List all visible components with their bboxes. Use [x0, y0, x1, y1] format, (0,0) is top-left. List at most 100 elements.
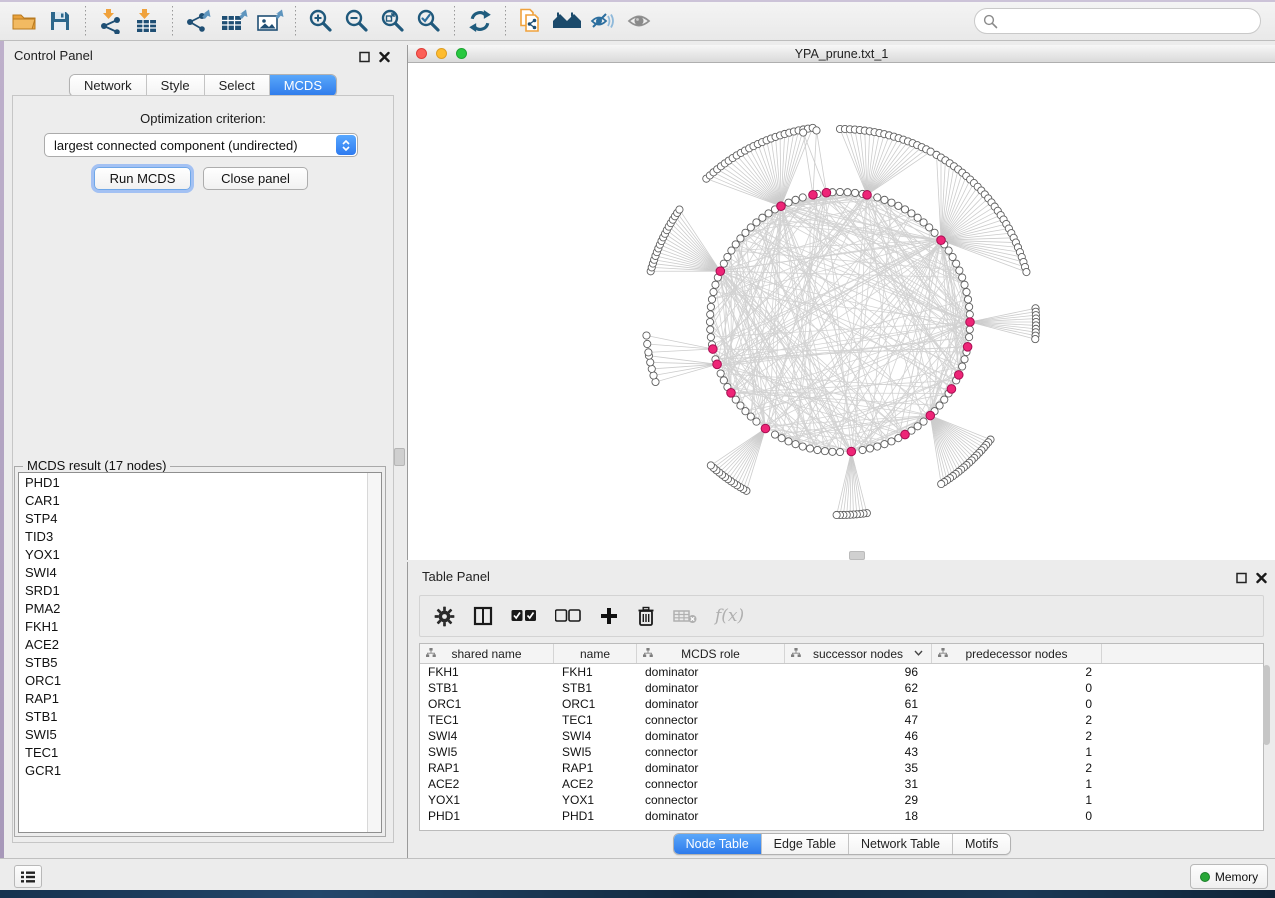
task-history-button[interactable]	[14, 865, 42, 888]
mcds-result-node[interactable]: PHD1	[19, 473, 381, 491]
tab-motifs[interactable]: Motifs	[952, 834, 1010, 854]
fit-content-button[interactable]	[375, 4, 411, 38]
copy-network-button[interactable]	[513, 4, 549, 38]
mcds-result-node[interactable]: RAP1	[19, 689, 381, 707]
delete-row-icon[interactable]	[637, 606, 655, 626]
tab-node-table[interactable]: Node Table	[674, 834, 761, 854]
save-session-button[interactable]	[42, 4, 78, 38]
table-row[interactable]: TEC1TEC1connector472	[420, 712, 1263, 728]
add-row-icon[interactable]	[599, 606, 619, 626]
table-row[interactable]: FKH1FKH1dominator962	[420, 664, 1263, 680]
cell: ORC1	[554, 697, 637, 711]
toolbar-separator	[454, 6, 455, 36]
float-window-icon[interactable]	[359, 51, 370, 63]
column-header-name[interactable]: name	[554, 644, 637, 663]
table-row[interactable]: ACE2ACE2connector311	[420, 776, 1263, 792]
mcds-result-node[interactable]: STB1	[19, 707, 381, 725]
memory-button[interactable]: Memory	[1190, 864, 1268, 889]
show-columns-icon[interactable]	[473, 606, 493, 626]
column-header-successor-nodes[interactable]: successor nodes	[785, 644, 932, 663]
mcds-result-node[interactable]: YOX1	[19, 545, 381, 563]
show-all-icon	[625, 10, 653, 32]
task-list-icon	[20, 870, 36, 884]
column-header-shared-name[interactable]: shared name	[420, 644, 554, 663]
table-row[interactable]: STB1STB1dominator620	[420, 680, 1263, 696]
export-image-button[interactable]	[252, 4, 288, 38]
table-scrollbar[interactable]	[1262, 662, 1271, 828]
network-graph-canvas[interactable]	[408, 63, 1274, 559]
table-row[interactable]: YOX1YOX1connector291	[420, 792, 1263, 808]
cell: STB1	[420, 681, 554, 695]
tab-style[interactable]: Style	[146, 75, 204, 96]
column-header-predecessor-nodes[interactable]: predecessor nodes	[932, 644, 1102, 663]
horizontal-splitter-handle[interactable]	[849, 551, 865, 560]
search-input[interactable]	[1003, 13, 1260, 30]
close-panel-button[interactable]: Close panel	[203, 167, 308, 190]
close-panel-icon[interactable]	[1256, 572, 1267, 584]
float-window-icon[interactable]	[1236, 572, 1247, 584]
export-network-button[interactable]	[180, 4, 216, 38]
mcds-result-node[interactable]: SWI4	[19, 563, 381, 581]
search-box[interactable]	[974, 8, 1261, 34]
close-panel-icon[interactable]	[379, 51, 390, 63]
gear-icon[interactable]	[434, 606, 455, 627]
cell: 1	[932, 793, 1102, 807]
first-neighbors-button[interactable]	[549, 4, 585, 38]
mcds-list-scrollbar[interactable]	[367, 473, 381, 832]
zoom-out-button[interactable]	[339, 4, 375, 38]
cell: 2	[932, 665, 1102, 679]
select-all-icon[interactable]	[511, 609, 537, 623]
table-row[interactable]: SWI5SWI5connector431	[420, 744, 1263, 760]
mcds-result-node[interactable]: TID3	[19, 527, 381, 545]
optimization-criterion-select[interactable]: largest connected component (undirected)	[44, 133, 358, 157]
mcds-result-title: MCDS result (17 nodes)	[23, 458, 170, 473]
refresh-button[interactable]	[462, 4, 498, 38]
cell: SWI4	[554, 729, 637, 743]
mcds-result-node[interactable]: CAR1	[19, 491, 381, 509]
vertical-splitter-handle[interactable]	[394, 448, 405, 466]
column-header-mcds-role[interactable]: MCDS role	[637, 644, 785, 663]
mcds-result-node[interactable]: FKH1	[19, 617, 381, 635]
mcds-result-node[interactable]: ORC1	[19, 671, 381, 689]
tab-network[interactable]: Network	[70, 75, 146, 96]
table-row[interactable]: RAP1RAP1dominator352	[420, 760, 1263, 776]
mcds-result-node[interactable]: STB5	[19, 653, 381, 671]
hide-selected-button[interactable]	[585, 4, 621, 38]
control-panel: Control Panel NetworkStyleSelectMCDS Opt…	[4, 41, 402, 858]
show-all-button[interactable]	[621, 4, 657, 38]
zoom-in-button[interactable]	[303, 4, 339, 38]
network-window-titlebar[interactable]: YPA_prune.txt_1	[408, 45, 1275, 63]
export-table-button[interactable]	[216, 4, 252, 38]
mcds-result-node[interactable]: SRD1	[19, 581, 381, 599]
open-folder-icon	[11, 9, 37, 33]
run-mcds-button[interactable]: Run MCDS	[94, 167, 191, 190]
mcds-result-node[interactable]: GCR1	[19, 761, 381, 779]
mcds-result-node[interactable]: TEC1	[19, 743, 381, 761]
cell: ACE2	[420, 777, 554, 791]
tab-network-table[interactable]: Network Table	[848, 834, 952, 854]
tab-mcds[interactable]: MCDS	[269, 75, 336, 96]
control-panel-tabs: NetworkStyleSelectMCDS	[4, 74, 402, 97]
zoom-selected-button[interactable]	[411, 4, 447, 38]
mcds-result-list[interactable]: PHD1CAR1STP4TID3YOX1SWI4SRD1PMA2FKH1ACE2…	[18, 472, 382, 833]
table-row[interactable]: ORC1ORC1dominator610	[420, 696, 1263, 712]
tab-edge-table[interactable]: Edge Table	[761, 834, 848, 854]
import-table-icon	[133, 8, 161, 34]
cell: 2	[932, 761, 1102, 775]
import-table-button[interactable]	[129, 4, 165, 38]
table-row[interactable]: PHD1PHD1dominator180	[420, 808, 1263, 824]
optimization-criterion-value: largest connected component (undirected)	[45, 138, 336, 153]
table-panel-title: Table Panel	[422, 569, 490, 584]
deselect-all-icon[interactable]	[555, 609, 581, 623]
node-table[interactable]: shared namenameMCDS rolesuccessor nodesp…	[419, 643, 1264, 831]
mcds-result-node[interactable]: PMA2	[19, 599, 381, 617]
mcds-result-node[interactable]: STP4	[19, 509, 381, 527]
toolbar-separator	[505, 6, 506, 36]
table-row[interactable]: SWI4SWI4dominator462	[420, 728, 1263, 744]
toolbar-separator	[295, 6, 296, 36]
open-file-button[interactable]	[6, 4, 42, 38]
tab-select[interactable]: Select	[204, 75, 269, 96]
import-network-button[interactable]	[93, 4, 129, 38]
mcds-result-node[interactable]: ACE2	[19, 635, 381, 653]
mcds-result-node[interactable]: SWI5	[19, 725, 381, 743]
